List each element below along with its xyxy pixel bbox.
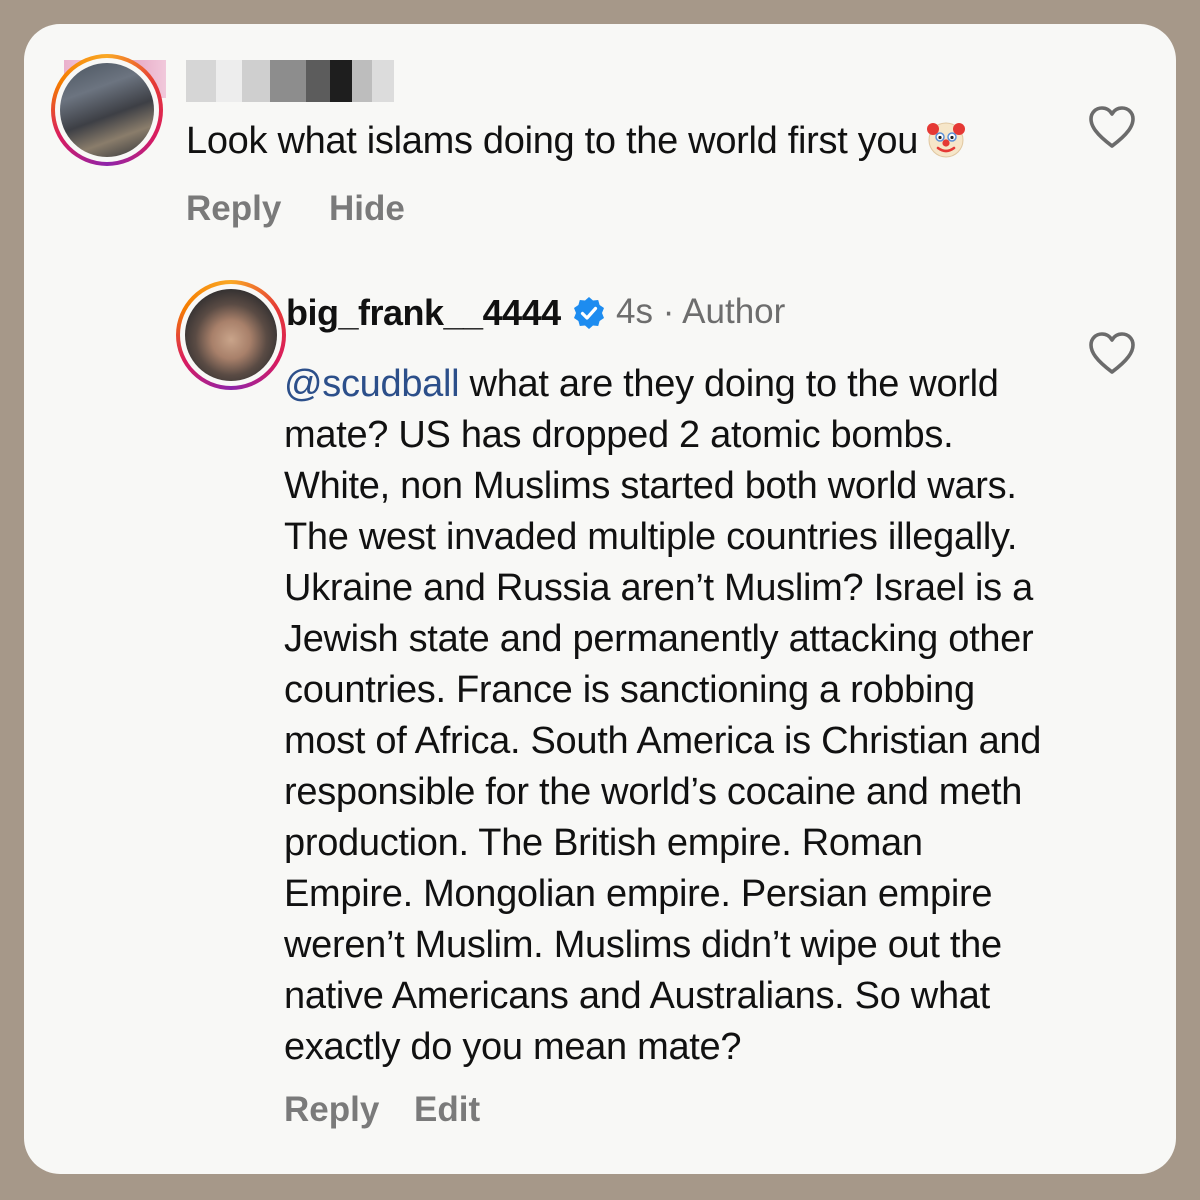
reply-button[interactable]: Reply (186, 189, 281, 229)
reply-line: @scudball what are they doing to the wor… (284, 363, 999, 405)
redacted-username (186, 60, 394, 102)
reply-line: exactly do you mean mate? (284, 1026, 742, 1068)
author-avatar[interactable] (176, 280, 286, 390)
reply-timestamp: 4s (616, 292, 653, 331)
commenter-avatar[interactable] (51, 54, 163, 166)
author-label: Author (682, 292, 786, 331)
verified-badge-icon (574, 297, 604, 329)
hide-button[interactable]: Hide (329, 189, 405, 229)
reply-meta: 4s · Author (616, 292, 785, 332)
reply-username[interactable]: big_frank__4444 (286, 292, 561, 334)
meta-separator: · (662, 292, 675, 331)
comment-card: Look what islams doing to the world firs… (24, 24, 1176, 1174)
avatar-photo (60, 63, 154, 157)
reply-line: Empire. Mongolian empire. Persian empire (284, 873, 993, 915)
reply-button[interactable]: Reply (284, 1090, 379, 1130)
reply-line: most of Africa. South America is Christi… (284, 720, 1042, 762)
comment-text: Look what islams doing to the world firs… (186, 120, 919, 162)
reply-line: weren’t Muslim. Muslims didn’t wipe out … (284, 924, 1002, 966)
comment-body: Look what islams doing to the world firs… (186, 116, 1066, 167)
reply-body: @scudball what are they doing to the wor… (284, 359, 1104, 1073)
reply-line: native Americans and Australians. So wha… (284, 975, 990, 1017)
reply-line: White, non Muslims started both world wa… (284, 465, 1017, 507)
reply-line: mate? US has dropped 2 atomic bombs. (284, 414, 954, 456)
reply-line: The west invaded multiple countries ille… (284, 516, 1018, 558)
like-heart-icon[interactable] (1086, 104, 1138, 152)
avatar-photo (185, 289, 277, 381)
reply-line: countries. France is sanctioning a robbi… (284, 669, 975, 711)
edit-button[interactable]: Edit (414, 1090, 480, 1130)
reply-line: production. The British empire. Roman (284, 822, 923, 864)
reply-line: Jewish state and permanently attacking o… (284, 618, 1034, 660)
clown-face-icon (927, 122, 966, 158)
reply-line: Ukraine and Russia aren’t Muslim? Israel… (284, 567, 1033, 609)
mention-link[interactable]: @scudball (284, 363, 460, 405)
reply-line: responsible for the world’s cocaine and … (284, 771, 1023, 813)
